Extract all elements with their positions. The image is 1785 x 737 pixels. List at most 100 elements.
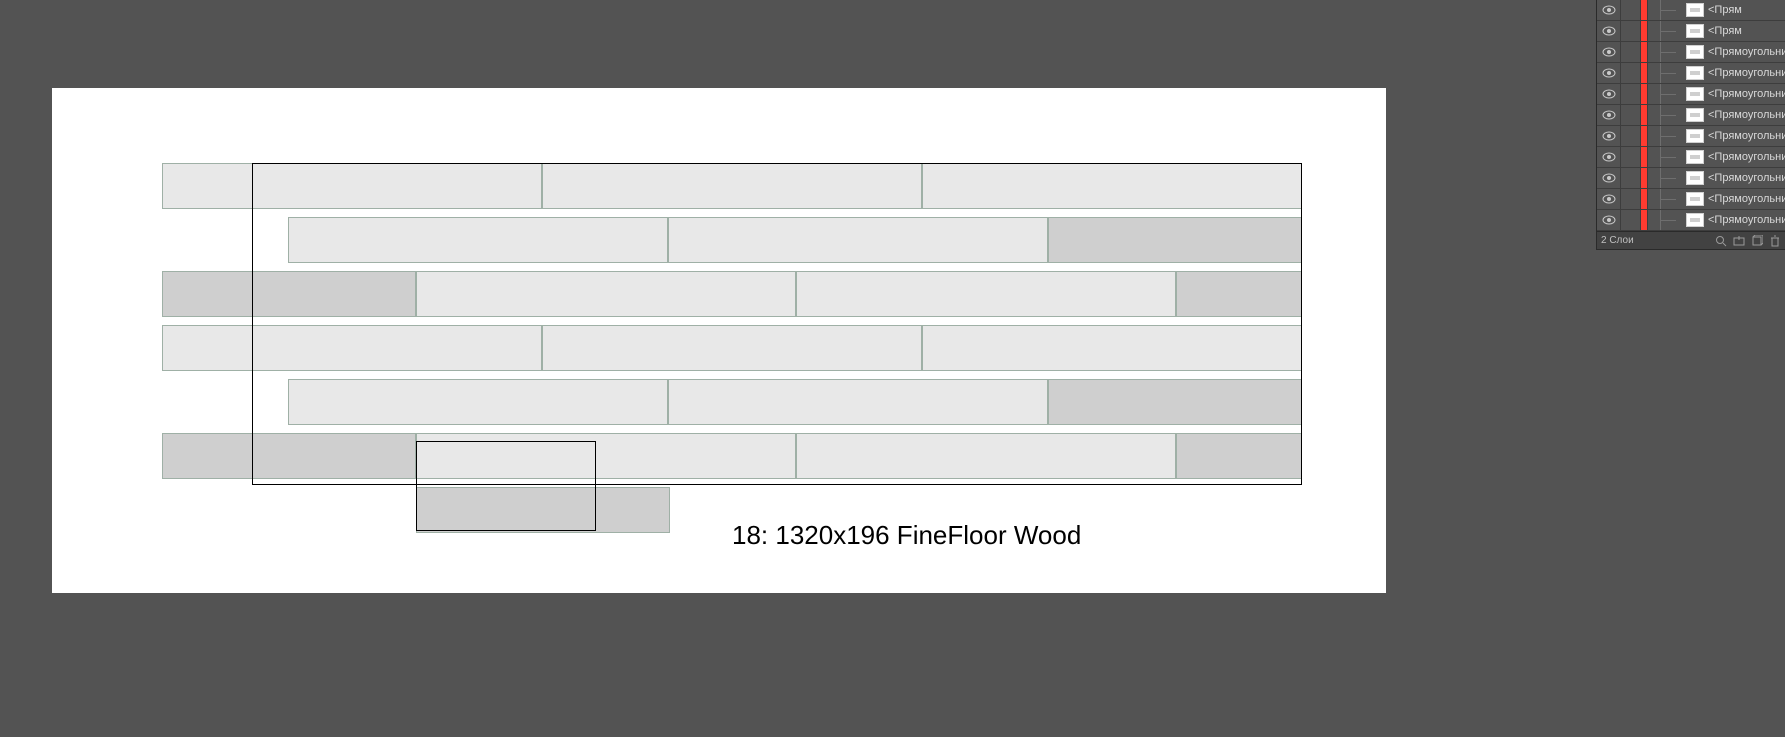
plank-rectangle[interactable] xyxy=(542,163,922,209)
layer-lock-column[interactable] xyxy=(1621,0,1641,20)
new-sublayer-icon[interactable] xyxy=(1733,235,1745,247)
plank-rectangle[interactable] xyxy=(922,325,1302,371)
layer-visibility-toggle[interactable] xyxy=(1597,84,1621,104)
layer-name-label[interactable]: <Прямоугольник xyxy=(1706,130,1785,142)
layer-row[interactable]: <Прямоугольник xyxy=(1597,210,1785,231)
layers-panel[interactable]: <Прям <Прям <Прямоугольник <Прямоугольник <П… xyxy=(1596,0,1785,250)
layer-thumbnail[interactable] xyxy=(1686,3,1704,17)
plank-rectangle[interactable] xyxy=(1048,379,1302,425)
canvas[interactable] xyxy=(52,88,1386,593)
layer-row[interactable]: <Прямоугольник xyxy=(1597,105,1785,126)
layer-row[interactable]: <Прям xyxy=(1597,0,1785,21)
plank-rectangle[interactable] xyxy=(416,271,796,317)
layer-row[interactable]: <Прямоугольник xyxy=(1597,189,1785,210)
layer-color-swatch[interactable] xyxy=(1641,189,1648,209)
layer-thumbnail[interactable] xyxy=(1686,129,1704,143)
layer-color-swatch[interactable] xyxy=(1641,42,1648,62)
layer-thumbnail[interactable] xyxy=(1686,108,1704,122)
layer-visibility-toggle[interactable] xyxy=(1597,168,1621,188)
layer-thumbnail[interactable] xyxy=(1686,213,1704,227)
plank-rectangle[interactable] xyxy=(668,217,1048,263)
layer-visibility-toggle[interactable] xyxy=(1597,63,1621,83)
layers-list[interactable]: <Прям <Прям <Прямоугольник <Прямоугольник <П… xyxy=(1597,0,1785,231)
artboard[interactable]: 18: 1320x196 FineFloor Wood xyxy=(52,88,1386,593)
layer-thumbnail[interactable] xyxy=(1686,171,1704,185)
layer-name-label[interactable]: <Прямоугольник xyxy=(1706,109,1785,121)
layer-color-swatch[interactable] xyxy=(1641,63,1648,83)
layer-thumbnail[interactable] xyxy=(1686,66,1704,80)
plank-rectangle[interactable] xyxy=(796,433,1176,479)
plank-rectangle[interactable] xyxy=(288,217,668,263)
layer-lock-column[interactable] xyxy=(1621,168,1641,188)
layers-panel-footer[interactable]: 2 Слои xyxy=(1597,231,1785,250)
layer-visibility-toggle[interactable] xyxy=(1597,0,1621,20)
layer-visibility-toggle[interactable] xyxy=(1597,21,1621,41)
layer-row[interactable]: <Прямоугольник xyxy=(1597,147,1785,168)
layer-color-swatch[interactable] xyxy=(1641,168,1648,188)
plank-rectangle[interactable] xyxy=(162,271,416,317)
layer-lock-column[interactable] xyxy=(1621,210,1641,230)
layer-row[interactable]: <Прямоугольник xyxy=(1597,42,1785,63)
plank-rectangle[interactable] xyxy=(542,325,922,371)
plank-rectangle[interactable] xyxy=(162,163,542,209)
layer-color-swatch[interactable] xyxy=(1641,126,1648,146)
layer-color-swatch[interactable] xyxy=(1641,210,1648,230)
layer-color-swatch[interactable] xyxy=(1641,21,1648,41)
layer-name-label[interactable]: <Прямоугольник xyxy=(1706,151,1785,163)
layer-name-label[interactable]: <Прям xyxy=(1706,4,1785,16)
layer-name-label[interactable]: <Прям xyxy=(1706,25,1785,37)
layer-thumbnail[interactable] xyxy=(1686,150,1704,164)
layer-visibility-toggle[interactable] xyxy=(1597,42,1621,62)
plank-rectangle[interactable] xyxy=(288,379,668,425)
plank-rectangle[interactable] xyxy=(1176,271,1302,317)
layer-color-swatch[interactable] xyxy=(1641,105,1648,125)
plank-rectangle[interactable] xyxy=(922,163,1302,209)
layer-name-label[interactable]: <Прямоугольник xyxy=(1706,88,1785,100)
plank-rectangle[interactable] xyxy=(162,433,416,479)
layer-name-label[interactable]: <Прямоугольник xyxy=(1706,172,1785,184)
layer-color-swatch[interactable] xyxy=(1641,147,1648,167)
plank-rectangle[interactable] xyxy=(796,271,1176,317)
trash-icon[interactable] xyxy=(1769,235,1781,247)
layer-name-label[interactable]: <Прямоугольник xyxy=(1706,214,1785,226)
layer-thumbnail[interactable] xyxy=(1686,45,1704,59)
layer-row[interactable]: <Прямоугольник xyxy=(1597,126,1785,147)
plank-rectangle[interactable] xyxy=(416,433,796,479)
layer-tree-indent xyxy=(1648,42,1686,62)
layer-lock-column[interactable] xyxy=(1621,42,1641,62)
layer-thumbnail[interactable] xyxy=(1686,192,1704,206)
plank-rectangle[interactable] xyxy=(668,379,1048,425)
layer-tree-indent xyxy=(1648,84,1686,104)
layer-lock-column[interactable] xyxy=(1621,126,1641,146)
layer-lock-column[interactable] xyxy=(1621,147,1641,167)
layer-color-swatch[interactable] xyxy=(1641,0,1648,20)
layer-visibility-toggle[interactable] xyxy=(1597,147,1621,167)
plank-rectangle[interactable] xyxy=(416,487,670,533)
layer-lock-column[interactable] xyxy=(1621,105,1641,125)
layer-visibility-toggle[interactable] xyxy=(1597,126,1621,146)
plank-rectangle[interactable] xyxy=(1048,217,1302,263)
layer-row[interactable]: <Прямоугольник xyxy=(1597,63,1785,84)
layer-row[interactable]: <Прямоугольник xyxy=(1597,84,1785,105)
plank-rectangle[interactable] xyxy=(162,325,542,371)
layer-lock-column[interactable] xyxy=(1621,63,1641,83)
layer-color-swatch[interactable] xyxy=(1641,84,1648,104)
layers-count-label: 2 Слои xyxy=(1601,235,1634,246)
layer-name-label[interactable]: <Прямоугольник xyxy=(1706,193,1785,205)
layer-row[interactable]: <Прям xyxy=(1597,21,1785,42)
layer-thumbnail[interactable] xyxy=(1686,24,1704,38)
layer-visibility-toggle[interactable] xyxy=(1597,105,1621,125)
layer-row[interactable]: <Прямоугольник xyxy=(1597,168,1785,189)
layer-lock-column[interactable] xyxy=(1621,21,1641,41)
plank-rectangle[interactable] xyxy=(1176,433,1302,479)
layer-visibility-toggle[interactable] xyxy=(1597,189,1621,209)
layer-visibility-toggle[interactable] xyxy=(1597,210,1621,230)
layer-name-label[interactable]: <Прямоугольник xyxy=(1706,67,1785,79)
search-icon[interactable] xyxy=(1715,235,1727,247)
layer-name-label[interactable]: <Прямоугольник xyxy=(1706,46,1785,58)
layer-tree-indent xyxy=(1648,63,1686,83)
layer-lock-column[interactable] xyxy=(1621,84,1641,104)
layer-lock-column[interactable] xyxy=(1621,189,1641,209)
layer-thumbnail[interactable] xyxy=(1686,87,1704,101)
new-layer-icon[interactable] xyxy=(1751,235,1763,247)
